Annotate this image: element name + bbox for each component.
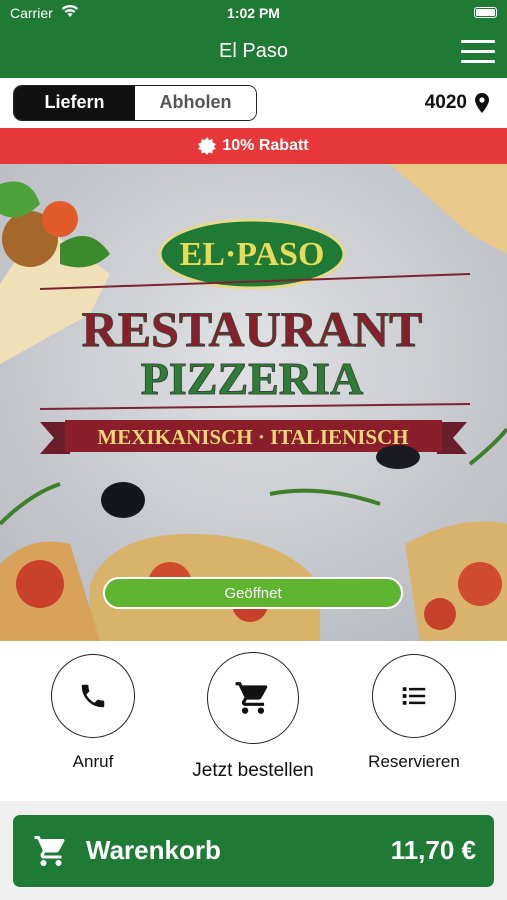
hero-banner: MEXIKANISCH · ITALIENISCH xyxy=(97,425,408,449)
order-mode-bar: Liefern Abholen 4020 xyxy=(0,78,507,128)
clock: 1:02 PM xyxy=(227,5,280,21)
order-mode-liefern[interactable]: Liefern xyxy=(14,86,135,120)
call-button[interactable] xyxy=(51,654,135,738)
order-mode-abholen[interactable]: Abholen xyxy=(135,86,256,120)
open-status-button[interactable]: Geöffnet xyxy=(103,577,403,609)
reserve-action[interactable]: Reservieren xyxy=(368,654,460,772)
discount-banner: 10% Rabatt xyxy=(0,128,507,164)
order-button[interactable] xyxy=(207,652,299,744)
discount-label: 10% Rabatt xyxy=(222,137,309,154)
call-label: Anruf xyxy=(72,752,114,771)
phone-icon xyxy=(81,684,105,708)
cart-total: 11,70 € xyxy=(390,835,476,865)
order-mode-toggle[interactable]: Liefern Abholen xyxy=(13,85,257,121)
order-label: Jetzt bestellen xyxy=(192,760,314,781)
postal-code: 4020 xyxy=(424,92,467,113)
order-action[interactable]: Jetzt bestellen xyxy=(192,652,314,782)
action-row: Anruf Jetzt bestellen Reservieren xyxy=(0,641,507,801)
battery-icon xyxy=(474,7,497,18)
reserve-button[interactable] xyxy=(372,654,456,738)
badge-icon xyxy=(198,137,217,155)
cart-icon xyxy=(235,682,268,714)
call-action[interactable]: Anruf xyxy=(51,654,135,772)
status-bar: Carrier 1:02 PM xyxy=(0,0,507,26)
hero-line2: PIZZERIA xyxy=(141,353,363,404)
page-title: El Paso xyxy=(219,40,288,62)
hamburger-menu-icon[interactable] xyxy=(461,40,495,64)
location-pin-icon xyxy=(475,93,489,113)
logo-text: EL·PASO xyxy=(180,236,325,273)
cart-label: Warenkorb xyxy=(86,835,221,865)
hero-illustration: EL·PASO RESTAURANT PIZZERIA MEXIKANISCH … xyxy=(0,164,507,641)
hero-line1: RESTAURANT xyxy=(82,301,423,357)
navbar: El Paso xyxy=(0,26,507,78)
hero-image: EL·PASO RESTAURANT PIZZERIA MEXIKANISCH … xyxy=(0,164,507,641)
cart-icon xyxy=(34,836,65,866)
reserve-label: Reservieren xyxy=(368,752,460,771)
cart-button[interactable]: Warenkorb 11,70 € xyxy=(13,815,494,887)
list-icon xyxy=(402,687,426,705)
location-selector[interactable]: 4020 xyxy=(425,92,489,114)
